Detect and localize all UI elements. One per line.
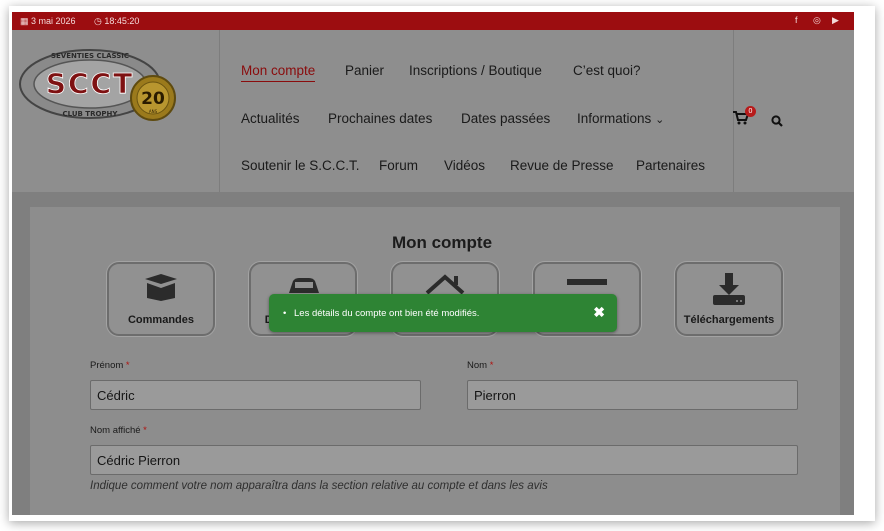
logo-ring-bottom: CLUB TROPHY: [63, 110, 119, 118]
time-display: ◷ 18:45:20: [94, 16, 139, 27]
required-mark: *: [125, 360, 130, 371]
top-bar: ▦ 3 mai 2026 ◷ 18:45:20 f ◎ ▶: [12, 12, 854, 30]
success-notice: • Les détails du compte ont bien été mod…: [269, 294, 617, 332]
instagram-icon[interactable]: ◎: [813, 15, 821, 26]
nav-videos[interactable]: Vidéos: [444, 158, 485, 173]
nav-inscriptions-boutique[interactable]: Inscriptions / Boutique: [409, 63, 542, 78]
display-name-label: Nom affiché *: [90, 425, 147, 436]
notice-message: Les détails du compte ont bien été modif…: [294, 308, 480, 319]
youtube-icon[interactable]: ▶: [832, 15, 839, 26]
nav-partenaires[interactable]: Partenaires: [636, 158, 705, 173]
anniversary-badge-sub: ANS: [149, 109, 158, 114]
facebook-icon[interactable]: f: [795, 15, 798, 25]
scct-logo[interactable]: SCCT SEVENTIES CLASSIC CLUB TROPHY 20 AN…: [18, 36, 188, 134]
logo-ring-top: SEVENTIES CLASSIC: [51, 52, 129, 60]
nav-cest-quoi[interactable]: C’est quoi?: [573, 63, 641, 78]
cart-count-badge: 0: [745, 106, 756, 117]
time-text: 18:45:20: [104, 16, 140, 26]
box-icon: [145, 274, 177, 301]
required-mark: *: [143, 425, 147, 436]
chevron-down-icon: ⌄: [655, 114, 665, 126]
nom-field[interactable]: Pierron: [467, 380, 798, 410]
clock-icon: ◷: [94, 16, 102, 26]
nav-informations[interactable]: Informations ⌄: [577, 111, 664, 126]
logo-text: SCCT: [46, 67, 134, 100]
page-title: Mon compte: [391, 233, 493, 252]
notice-bullet: •: [283, 308, 287, 319]
prenom-label: Prénom *: [90, 360, 130, 371]
nav-actualites[interactable]: Actualités: [241, 111, 300, 126]
tile-label: Téléchargements: [683, 314, 775, 326]
close-icon[interactable]: ✖: [593, 304, 605, 321]
calendar-icon: ▦: [20, 16, 29, 26]
tile-label: Commandes: [127, 314, 195, 326]
display-name-field[interactable]: Cédric Pierron: [90, 445, 798, 475]
search-icon[interactable]: [771, 115, 783, 127]
header-divider: [219, 30, 220, 192]
anniversary-badge: 20: [141, 89, 165, 109]
nav-forum[interactable]: Forum: [379, 158, 418, 173]
prenom-field[interactable]: Cédric: [90, 380, 421, 410]
tile-commandes[interactable]: Commandes: [107, 262, 215, 336]
display-name-hint: Indique comment votre nom apparaîtra dan…: [90, 480, 548, 492]
date-text: 3 mai 2026: [31, 16, 76, 26]
prenom-label-text: Prénom: [90, 360, 124, 371]
download-icon: [713, 273, 745, 305]
nav-informations-label: Informations: [577, 111, 652, 126]
nav-dates-passees[interactable]: Dates passées: [461, 111, 550, 126]
nom-label-text: Nom: [467, 360, 488, 371]
nav-mon-compte[interactable]: Mon compte: [241, 63, 316, 82]
display-name-label-text: Nom affiché: [90, 425, 141, 436]
date-display: ▦ 3 mai 2026: [20, 16, 76, 27]
nav-panier[interactable]: Panier: [345, 63, 384, 78]
nav-prochaines-dates[interactable]: Prochaines dates: [328, 111, 432, 126]
nom-label: Nom *: [467, 360, 493, 371]
nav-soutenir[interactable]: Soutenir le S.C.C.T.: [241, 158, 360, 173]
required-mark: *: [489, 360, 494, 371]
tile-telechargements[interactable]: Téléchargements: [675, 262, 783, 336]
nav-revue-de-presse[interactable]: Revue de Presse: [510, 158, 614, 173]
